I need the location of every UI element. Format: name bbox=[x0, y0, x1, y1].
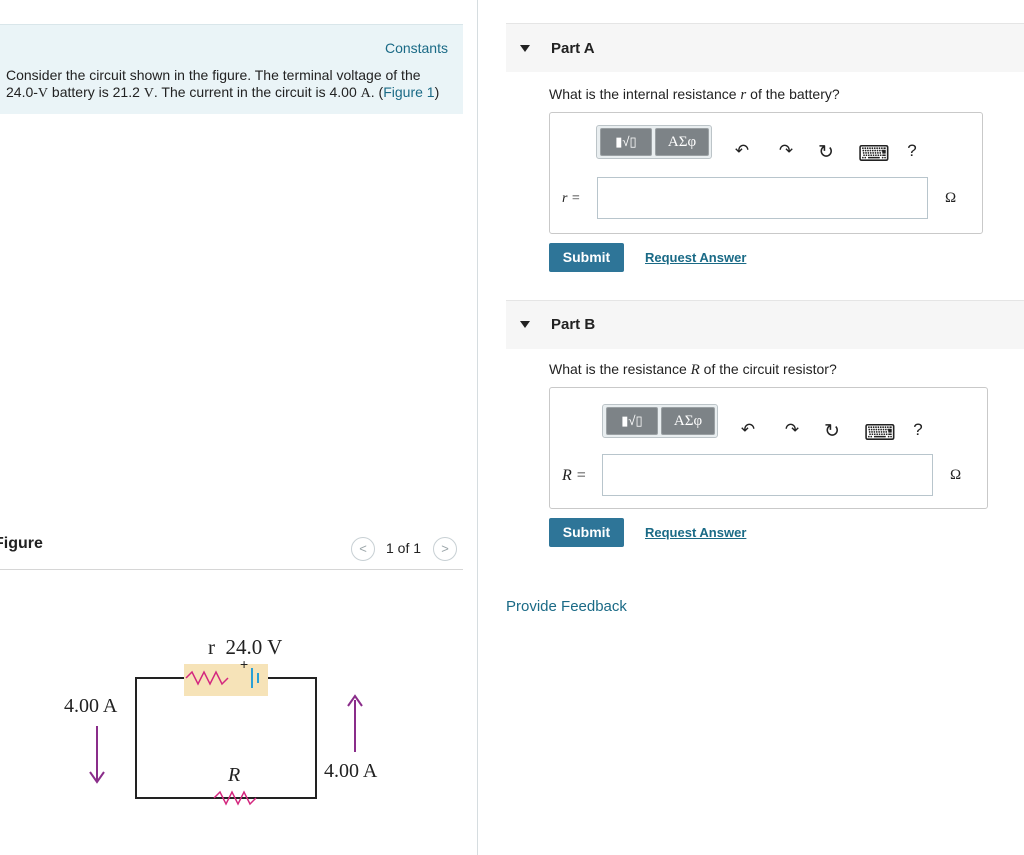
part-a-answer-box: ▮√▯ ΑΣφ ↶ ↷ ↻ ⌨ ? r = Ω bbox=[549, 112, 983, 234]
provide-feedback-link[interactable]: Provide Feedback bbox=[506, 598, 627, 615]
unit-volt: V bbox=[37, 86, 49, 101]
part-b-title: Part B bbox=[551, 316, 596, 333]
resistor-label: R bbox=[227, 764, 240, 786]
part-b-question: What is the resistance R of the circuit … bbox=[549, 361, 837, 379]
part-a-question: What is the internal resistance r of the… bbox=[549, 86, 840, 104]
part-a-title: Part A bbox=[551, 40, 595, 57]
left-current-label: 4.00 A bbox=[64, 695, 118, 717]
part-a-submit-button[interactable]: Submit bbox=[549, 243, 624, 272]
problem-text-4: . ( bbox=[370, 84, 384, 100]
problem-text-5: ) bbox=[434, 84, 440, 100]
problem-statement: Consider the circuit shown in the figure… bbox=[6, 67, 456, 102]
figure-pager-text: 1 of 1 bbox=[386, 540, 422, 556]
part-b-question-suffix: of the circuit resistor? bbox=[699, 361, 837, 377]
figure-prev-button[interactable]: < bbox=[351, 537, 375, 561]
part-a-help-icon[interactable]: ? bbox=[902, 141, 922, 161]
part-a-undo-icon[interactable]: ↶ bbox=[732, 141, 752, 161]
part-b-reset-icon[interactable]: ↻ bbox=[822, 420, 842, 443]
part-b-greek-button[interactable]: ΑΣφ bbox=[661, 407, 715, 435]
part-b-question-var: R bbox=[690, 362, 700, 378]
part-b-undo-icon[interactable]: ↶ bbox=[738, 420, 758, 440]
part-a-var-label: r = bbox=[562, 191, 581, 206]
problem-text-2: battery is 21.2 bbox=[48, 84, 144, 100]
part-b-keyboard-icon[interactable]: ⌨ bbox=[864, 420, 896, 446]
part-b-collapse-icon[interactable] bbox=[520, 321, 530, 328]
part-b-var-label: R = bbox=[562, 467, 587, 484]
circuit-figure: + r 24.0 V R 4.00 A 4.00 A bbox=[64, 635, 378, 806]
part-a-collapse-icon[interactable] bbox=[520, 45, 530, 52]
battery-label: r 24.0 V bbox=[208, 635, 282, 659]
part-a-templates-button[interactable]: ▮√▯ bbox=[600, 128, 652, 156]
part-a-request-answer-link[interactable]: Request Answer bbox=[645, 250, 746, 265]
part-b-help-icon[interactable]: ? bbox=[908, 420, 928, 440]
part-b-unit: Ω bbox=[950, 467, 962, 483]
unit-ampere: A bbox=[360, 86, 371, 101]
part-b-question-prefix: What is the resistance bbox=[549, 361, 691, 377]
unit-volt-2: V bbox=[143, 86, 154, 101]
part-b-answer-input[interactable] bbox=[602, 454, 933, 496]
constants-panel: Constants Consider the circuit shown in … bbox=[0, 24, 463, 114]
part-a-template-toolbar: ▮√▯ ΑΣφ bbox=[596, 125, 712, 159]
part-a-question-suffix: of the battery? bbox=[746, 86, 840, 102]
part-a-greek-button[interactable]: ΑΣφ bbox=[655, 128, 709, 156]
figure-divider bbox=[0, 569, 463, 570]
figure-next-button[interactable]: > bbox=[433, 537, 457, 561]
part-b-request-answer-link[interactable]: Request Answer bbox=[645, 525, 746, 540]
part-b-template-toolbar: ▮√▯ ΑΣφ bbox=[602, 404, 718, 438]
problem-text-3: . The current in the circuit is 4.00 bbox=[153, 84, 361, 100]
part-a-reset-icon[interactable]: ↻ bbox=[816, 141, 836, 164]
part-b-answer-box: ▮√▯ ΑΣφ ↶ ↷ ↻ ⌨ ? R = Ω bbox=[549, 387, 988, 509]
constants-link[interactable]: Constants bbox=[385, 40, 448, 56]
part-a-question-prefix: What is the internal resistance bbox=[549, 86, 741, 102]
part-b-redo-icon[interactable]: ↷ bbox=[782, 420, 802, 440]
part-a-redo-icon[interactable]: ↷ bbox=[776, 141, 796, 161]
figure-link[interactable]: Figure 1 bbox=[383, 84, 434, 100]
column-divider bbox=[477, 0, 478, 855]
part-a-keyboard-icon[interactable]: ⌨ bbox=[858, 141, 890, 167]
figure-heading: Figure bbox=[0, 535, 43, 552]
part-b-templates-button[interactable]: ▮√▯ bbox=[606, 407, 658, 435]
part-a-answer-input[interactable] bbox=[597, 177, 928, 219]
part-a-unit: Ω bbox=[945, 190, 957, 206]
part-b-submit-button[interactable]: Submit bbox=[549, 518, 624, 547]
right-current-label: 4.00 A bbox=[324, 760, 378, 782]
